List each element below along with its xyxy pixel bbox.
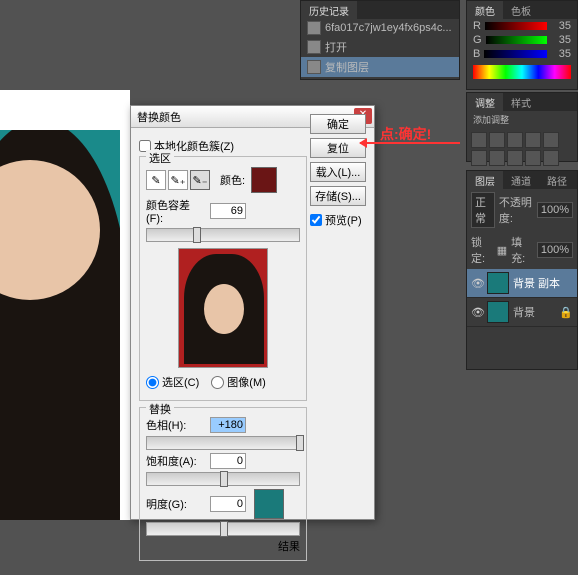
vibrance-icon[interactable] [543, 132, 559, 148]
fuzziness-input[interactable] [210, 203, 246, 219]
visibility-icon[interactable]: 👁 [471, 277, 483, 289]
layer-name: 背景 [513, 304, 535, 320]
color-label: 颜色: [220, 172, 245, 188]
preview-checkbox[interactable]: 预览(P) [310, 212, 366, 228]
photo-filter-icon[interactable] [525, 150, 541, 166]
exposure-icon[interactable] [525, 132, 541, 148]
eyedropper-plus-icon[interactable]: ✎₊ [168, 170, 188, 190]
selection-preview[interactable] [178, 248, 268, 368]
history-item-duplicate[interactable]: 复制图层 [301, 57, 459, 77]
lightness-slider[interactable] [146, 522, 300, 536]
tab-adjustments[interactable]: 调整 [467, 93, 503, 111]
b-label: B [473, 48, 480, 60]
selection-fieldset: 选区 ✎ ✎₊ ✎₋ 颜色: 颜色容差(F): 选区(C) [139, 156, 307, 401]
ok-button[interactable]: 确定 [310, 114, 366, 134]
radio-image[interactable]: 图像(M) [211, 374, 266, 390]
tab-layers[interactable]: 图层 [467, 171, 503, 189]
dialog-title: 替换颜色 [137, 112, 181, 124]
tab-channels[interactable]: 通道 [503, 171, 539, 189]
selection-legend: 选区 [146, 150, 174, 166]
add-adjustment-label: 添加调整 [467, 111, 577, 128]
tab-styles[interactable]: 样式 [503, 93, 539, 111]
replace-color-dialog: 替换颜色 ✕ 本地化颜色簇(Z) 选区 ✎ ✎₊ ✎₋ 颜色: 颜色容差(F): [130, 105, 375, 520]
annotation-arrow [360, 142, 460, 144]
lightness-input[interactable] [210, 496, 246, 512]
layer-name: 背景 副本 [513, 275, 560, 291]
mixer-icon[interactable] [543, 150, 559, 166]
lock-icon: 🔒 [559, 306, 573, 319]
source-color-swatch[interactable] [251, 167, 277, 193]
blend-mode-dropdown[interactable]: 正常 [471, 192, 495, 228]
g-slider[interactable] [486, 36, 547, 44]
tab-history[interactable]: 历史记录 [301, 1, 357, 19]
replace-legend: 替换 [146, 401, 174, 417]
canvas[interactable] [0, 90, 130, 520]
fill-label: 填充: [511, 234, 533, 266]
saturation-label: 饱和度(A): [146, 453, 206, 469]
annotation-text: 点:确定! [380, 124, 431, 144]
layer-bg-copy[interactable]: 👁 背景 副本 [467, 269, 577, 298]
fuzziness-label: 颜色容差(F): [146, 197, 206, 225]
g-label: G [473, 34, 482, 46]
tab-paths[interactable]: 路径 [539, 171, 575, 189]
result-swatch[interactable] [254, 489, 284, 519]
hue-label: 色相(H): [146, 417, 206, 433]
saturation-slider[interactable] [146, 472, 300, 486]
adjustments-panel: 调整 样式 添加调整 [466, 92, 578, 162]
opacity-input[interactable]: 100% [537, 202, 573, 218]
color-spectrum[interactable] [473, 65, 571, 79]
hue-slider[interactable] [146, 436, 300, 450]
layers-panel: 图层 通道 路径 正常 不透明度: 100% 锁定: ▦ 填充: 100% 👁 … [466, 170, 578, 370]
history-panel: 历史记录 6fa017c7jw1ey4fx6ps4c... 打开 复制图层 [300, 0, 460, 80]
tab-color[interactable]: 颜色 [467, 1, 503, 19]
levels-icon[interactable] [489, 132, 505, 148]
lock-pixels-icon[interactable]: ▦ [497, 244, 507, 257]
b-value[interactable]: 35 [551, 48, 571, 60]
opacity-label: 不透明度: [499, 194, 533, 226]
r-slider[interactable] [485, 22, 547, 30]
hue-icon[interactable] [471, 150, 487, 166]
layer-thumb[interactable] [487, 301, 509, 323]
saturation-input[interactable] [210, 453, 246, 469]
fuzziness-slider[interactable] [146, 228, 300, 242]
lightness-label: 明度(G): [146, 496, 206, 512]
eyedropper-icon[interactable]: ✎ [146, 170, 166, 190]
radio-selection[interactable]: 选区(C) [146, 374, 199, 390]
balance-icon[interactable] [489, 150, 505, 166]
curves-icon[interactable] [507, 132, 523, 148]
color-panel: 颜色 色板 R 35 G 35 B 35 [466, 0, 578, 90]
hue-input[interactable] [210, 417, 246, 433]
history-file[interactable]: 6fa017c7jw1ey4fx6ps4c... [301, 19, 459, 37]
r-label: R [473, 20, 481, 32]
tab-swatches[interactable]: 色板 [503, 1, 539, 19]
b-slider[interactable] [484, 50, 547, 58]
lock-label: 锁定: [471, 234, 493, 266]
result-label: 结果 [278, 541, 300, 553]
layer-thumb[interactable] [487, 272, 509, 294]
photo-teal-bg [0, 130, 120, 520]
brightness-icon[interactable] [471, 132, 487, 148]
eyedropper-minus-icon[interactable]: ✎₋ [190, 170, 210, 190]
visibility-icon[interactable]: 👁 [471, 306, 483, 318]
bw-icon[interactable] [507, 150, 523, 166]
replace-fieldset: 替换 色相(H): 饱和度(A): 明度(G): 结果 [139, 407, 307, 561]
load-button[interactable]: 载入(L)... [310, 162, 366, 182]
fill-input[interactable]: 100% [537, 242, 573, 258]
layer-bg[interactable]: 👁 背景 🔒 [467, 298, 577, 327]
g-value[interactable]: 35 [551, 34, 571, 46]
r-value[interactable]: 35 [551, 20, 571, 32]
save-button[interactable]: 存储(S)... [310, 186, 366, 206]
history-item-open[interactable]: 打开 [301, 37, 459, 57]
